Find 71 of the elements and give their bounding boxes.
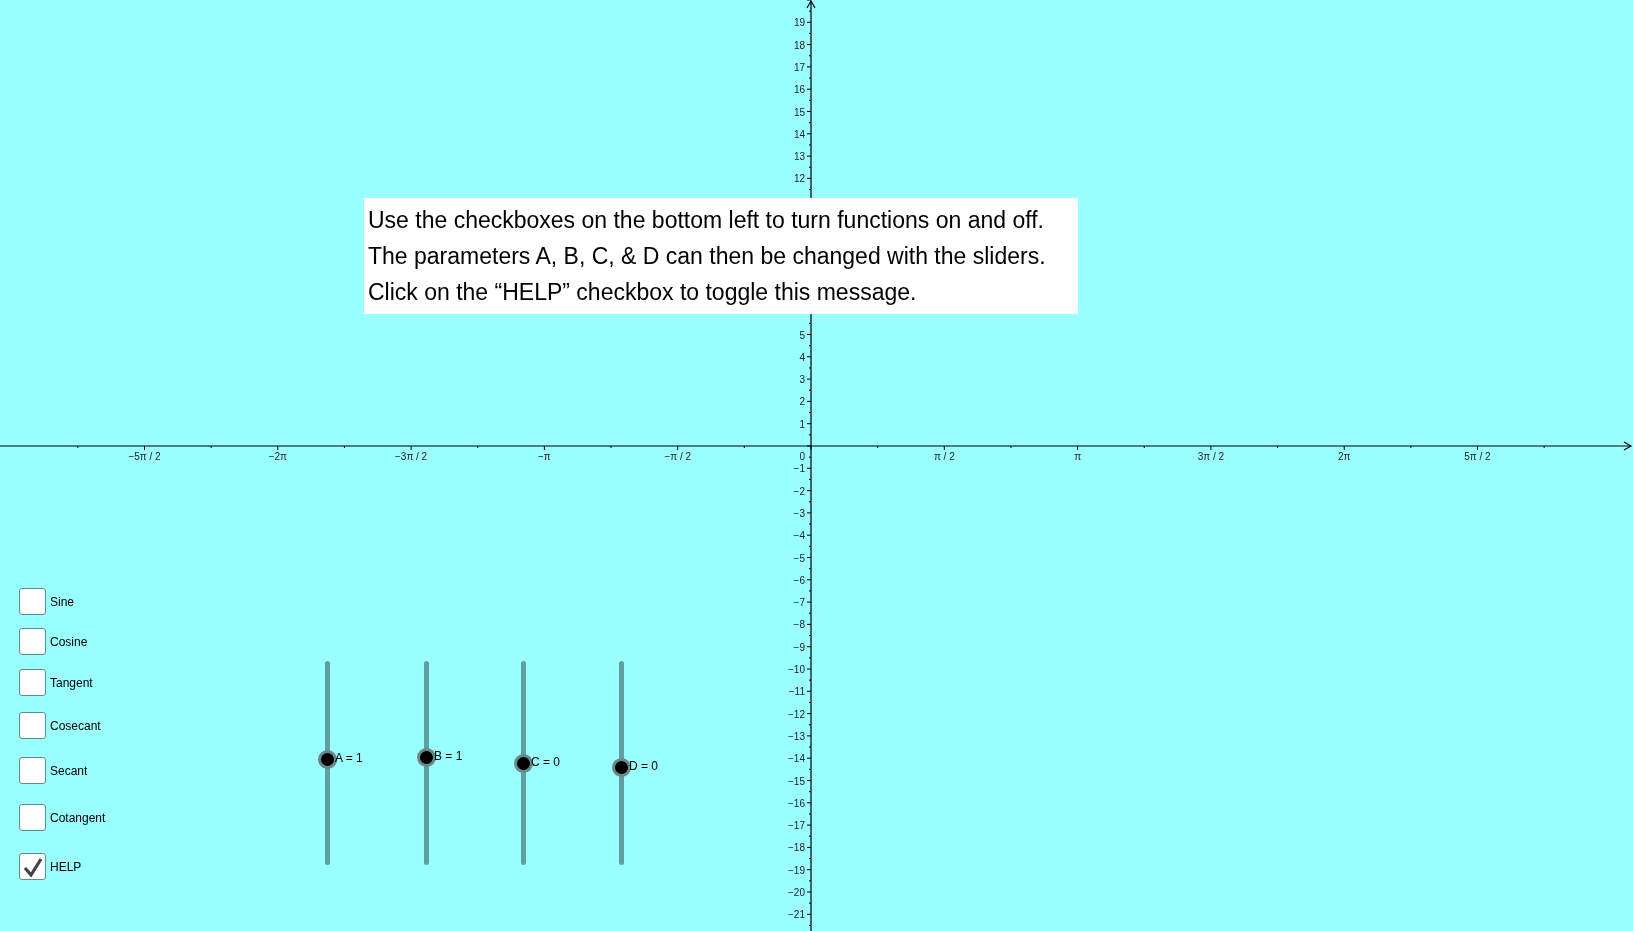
tick-label: −19: [788, 864, 805, 876]
tick-label: −2: [793, 485, 805, 497]
slider-thumb[interactable]: [318, 749, 337, 769]
slider-label: C = 0: [531, 755, 560, 769]
tick-label: 1: [799, 418, 805, 430]
slider-thumb[interactable]: [612, 758, 631, 778]
tick-label: −4: [793, 530, 805, 542]
slider-label: A = 1: [335, 750, 363, 765]
tick-label: −5: [793, 552, 805, 564]
checkbox-label: Cosecant: [50, 718, 101, 733]
checkbox[interactable]: [19, 628, 46, 655]
tick-label: 13: [793, 151, 805, 163]
tick-label: −15: [788, 775, 805, 787]
tick-label: −2π: [268, 451, 287, 462]
slider-thumb[interactable]: [417, 747, 436, 767]
tick-label: −11: [788, 686, 805, 698]
tick-label: −9: [793, 641, 805, 653]
tick-label: 15: [793, 106, 805, 118]
tick-label: π: [1074, 451, 1082, 462]
help-text: Use the checkboxes on the bottom left to turn functions on and off.: [368, 206, 1045, 235]
tick-label: 3π / 2: [1197, 451, 1225, 462]
tick-label: 19: [793, 17, 805, 29]
tick-label: 4: [799, 351, 805, 363]
tick-label: −17: [788, 820, 805, 832]
tick-label: −5π / 2: [128, 451, 161, 462]
tick-label: π / 2: [933, 451, 955, 462]
checkmark-icon: [22, 856, 43, 877]
tick-label: −18: [788, 842, 805, 854]
slider-label: B = 1: [434, 748, 463, 763]
tick-label: 3: [799, 374, 805, 386]
tick-label: −12: [788, 708, 805, 720]
tick-label: −10: [788, 664, 805, 675]
tick-label: 5: [799, 329, 805, 341]
slider-thumb[interactable]: [514, 754, 533, 773]
tick-label: −3: [793, 507, 805, 519]
help-text: The parameters A, B, C, & D can then be changed with the sliders.: [368, 242, 1047, 271]
tick-label: 14: [793, 128, 805, 140]
checkbox-label: Sine: [50, 594, 75, 609]
tick-label: −6: [793, 574, 805, 586]
tick-label: −7: [793, 597, 805, 609]
checkbox-label: Cotangent: [50, 810, 106, 825]
tick-label: 2π: [1337, 451, 1351, 462]
tick-label: −13: [788, 730, 805, 742]
checkbox[interactable]: [19, 712, 46, 739]
tick-label: −π: [538, 451, 551, 462]
tick-label: −8: [793, 619, 805, 631]
tick-label: −21: [788, 909, 805, 921]
tick-label: 16: [793, 84, 805, 96]
checkbox[interactable]: [19, 757, 46, 784]
tick-label: −π / 2: [664, 451, 691, 462]
checkbox-label: HELP: [50, 859, 82, 874]
checkbox-label: Tangent: [50, 675, 93, 690]
slider-label: D = 0: [629, 759, 658, 774]
tick-label: 12: [793, 173, 805, 185]
checkbox-label: Secant: [50, 763, 88, 778]
help-text: Click on the “HELP” checkbox to toggle this message.: [368, 278, 918, 307]
checkbox-label: Cosine: [50, 634, 88, 649]
checkbox[interactable]: [19, 804, 46, 831]
tick-label: 18: [793, 39, 805, 51]
tick-label: 0: [799, 451, 805, 462]
checkbox[interactable]: [19, 853, 46, 880]
tick-label: −1: [793, 463, 805, 475]
checkbox[interactable]: [19, 669, 46, 696]
tick-label: −14: [788, 753, 805, 765]
tick-label: −3π / 2: [395, 451, 428, 462]
checkbox[interactable]: [19, 588, 46, 615]
tick-label: −20: [788, 887, 805, 898]
tick-label: 17: [793, 61, 805, 73]
tick-label: 5π / 2: [1464, 451, 1491, 462]
tick-label: 2: [799, 396, 805, 408]
tick-label: −16: [788, 797, 805, 809]
